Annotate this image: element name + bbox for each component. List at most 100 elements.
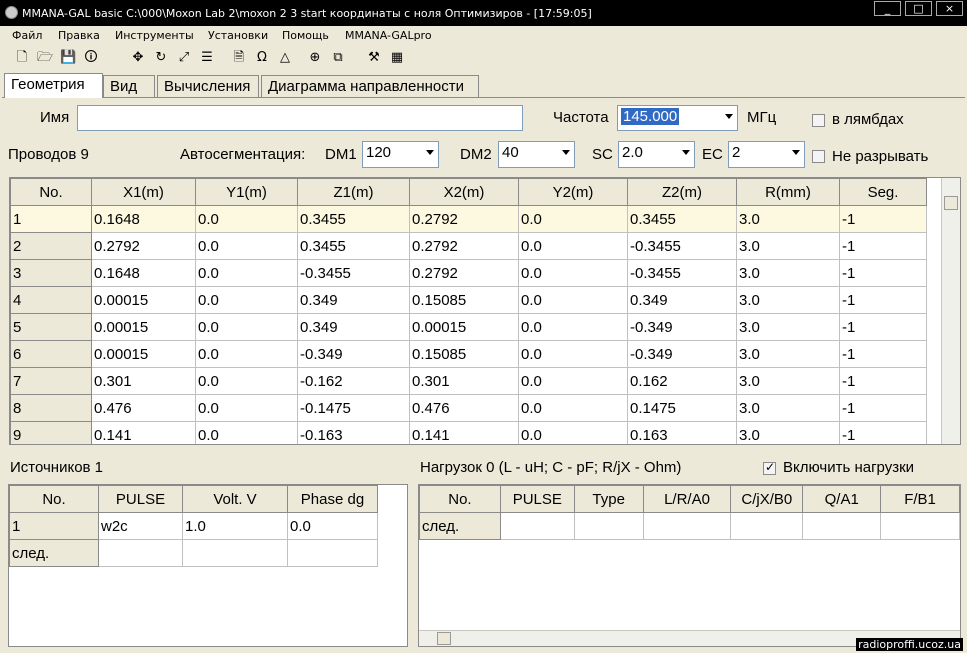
col-x2[interactable]: X2(m): [409, 178, 519, 206]
rotate-icon[interactable]: ↻: [153, 50, 169, 66]
close-button[interactable]: ×: [936, 1, 963, 16]
wires-table-cell[interactable]: 0.0: [518, 421, 628, 444]
wires-table-cell[interactable]: 0.0: [195, 286, 298, 314]
wires-table-cell[interactable]: 0.2792: [409, 205, 519, 233]
wires-table-cell[interactable]: 0.3455: [627, 205, 737, 233]
load-col-type[interactable]: Type: [573, 485, 644, 513]
wires-table-cell[interactable]: 3: [10, 259, 92, 287]
frequency-combo[interactable]: 145.000: [617, 105, 738, 131]
wires-table-cell[interactable]: 0.1648: [91, 205, 196, 233]
loads-cell[interactable]: след.: [419, 512, 501, 540]
src-col-phase[interactable]: Phase dg: [287, 485, 378, 513]
wires-table-cell[interactable]: 3.0: [736, 340, 840, 368]
wires-table-cell[interactable]: 0.349: [297, 286, 410, 314]
wires-table-cell[interactable]: 7: [10, 367, 92, 395]
col-x1[interactable]: X1(m): [91, 178, 196, 206]
wires-table-cell[interactable]: 3.0: [736, 232, 840, 260]
wires-table-cell[interactable]: 0.2792: [409, 259, 519, 287]
chevron-down-icon[interactable]: [792, 150, 800, 155]
wires-table-cell[interactable]: 3.0: [736, 367, 840, 395]
wires-table-cell[interactable]: 3.0: [736, 394, 840, 422]
sources-cell[interactable]: 1: [9, 512, 99, 540]
wires-table-cell[interactable]: 3.0: [736, 421, 840, 444]
copy-icon[interactable]: ⧉: [330, 50, 346, 66]
wires-table-cell[interactable]: 0.3455: [297, 205, 410, 233]
stretch-icon[interactable]: ☰: [199, 50, 215, 66]
menu-tools[interactable]: Инструменты: [115, 29, 194, 42]
wires-table-cell[interactable]: -1: [839, 286, 927, 314]
wires-table-cell[interactable]: -0.1475: [297, 394, 410, 422]
chevron-down-icon[interactable]: [725, 114, 733, 119]
wires-table-cell[interactable]: -0.349: [627, 340, 737, 368]
wires-table-cell[interactable]: -1: [839, 421, 927, 444]
save-icon[interactable]: 💾: [60, 50, 76, 66]
wires-table-cell[interactable]: 0.0: [518, 340, 628, 368]
load-col-lra0[interactable]: L/R/A0: [642, 485, 732, 513]
wires-table-row[interactable]: 4 0.00015 0.0 0.349 0.15085 0.0 0.349 3.0 -1: [10, 286, 927, 314]
load-col-pulse[interactable]: PULSE: [499, 485, 575, 513]
loads-row[interactable]: след.: [419, 512, 960, 540]
tab-view[interactable]: Вид: [103, 75, 155, 97]
open-folder-icon[interactable]: 🗁: [37, 50, 53, 66]
wires-table-cell[interactable]: 0.0: [518, 286, 628, 314]
wires-table-cell[interactable]: 0.0: [195, 313, 298, 341]
wires-table-cell[interactable]: 0.15085: [409, 286, 519, 314]
wires-table-cell[interactable]: 0.0: [518, 313, 628, 341]
wires-table-cell[interactable]: 0.3455: [297, 232, 410, 260]
col-y1[interactable]: Y1(m): [195, 178, 298, 206]
no-break-checkbox[interactable]: [812, 150, 825, 163]
loads-scroll-thumb[interactable]: [437, 632, 451, 645]
wires-table-cell[interactable]: 0.0: [195, 232, 298, 260]
wires-table-cell[interactable]: 3.0: [736, 313, 840, 341]
wires-table-cell[interactable]: 0.0: [195, 340, 298, 368]
wires-table-cell[interactable]: 0.0: [195, 367, 298, 395]
wires-table-cell[interactable]: 1: [10, 205, 92, 233]
wires-table-cell[interactable]: 0.476: [91, 394, 196, 422]
wires-table-cell[interactable]: 0.2792: [409, 232, 519, 260]
col-y2[interactable]: Y2(m): [518, 178, 628, 206]
wires-table-cell[interactable]: 2: [10, 232, 92, 260]
wires-table-cell[interactable]: 0.0: [518, 394, 628, 422]
sources-cell[interactable]: [182, 539, 288, 567]
wires-table-cell[interactable]: -0.163: [297, 421, 410, 444]
loads-cell[interactable]: [730, 512, 804, 540]
wires-table-cell[interactable]: 0.1475: [627, 394, 737, 422]
load-col-no[interactable]: No.: [419, 485, 501, 513]
wires-table-row[interactable]: 6 0.00015 0.0 -0.349 0.15085 0.0 -0.349 3.0 -1: [10, 340, 927, 368]
calculator-icon[interactable]: ▦: [389, 50, 405, 66]
tab-radiation-pattern[interactable]: Диаграмма направленности: [261, 75, 479, 97]
wires-table-cell[interactable]: 8: [10, 394, 92, 422]
wires-table-row[interactable]: 3 0.1648 0.0 -0.3455 0.2792 0.0 -0.3455 3.0 -1: [10, 259, 927, 287]
wires-table-row[interactable]: 8 0.476 0.0 -0.1475 0.476 0.0 0.1475 3.0 -1: [10, 394, 927, 422]
wires-table-cell[interactable]: 0.0: [195, 205, 298, 233]
wires-table-cell[interactable]: -1: [839, 394, 927, 422]
wires-table-cell[interactable]: 0.301: [409, 367, 519, 395]
info-icon[interactable]: 🛈: [83, 50, 99, 66]
col-seg[interactable]: Seg.: [839, 178, 927, 206]
wires-table-row[interactable]: 5 0.00015 0.0 0.349 0.00015 0.0 -0.349 3.0 -1: [10, 313, 927, 341]
menu-help[interactable]: Помощь: [282, 29, 329, 42]
sources-cell[interactable]: 1.0: [182, 512, 288, 540]
loads-cell[interactable]: [573, 512, 644, 540]
col-r[interactable]: R(mm): [736, 178, 840, 206]
chevron-down-icon[interactable]: [682, 150, 690, 155]
name-input[interactable]: [77, 105, 523, 131]
target-icon[interactable]: ⊕: [307, 50, 323, 66]
load-col-qa1[interactable]: Q/A1: [802, 485, 882, 513]
move-icon[interactable]: ✥: [130, 50, 146, 66]
wires-table-cell[interactable]: 0.349: [297, 313, 410, 341]
src-col-volt[interactable]: Volt. V: [182, 485, 288, 513]
loads-cell[interactable]: [802, 512, 882, 540]
loads-cell[interactable]: [499, 512, 575, 540]
wires-table-cell[interactable]: -0.3455: [627, 259, 737, 287]
wires-table-cell[interactable]: 0.0: [195, 394, 298, 422]
wires-vertical-scrollbar[interactable]: [941, 178, 960, 444]
wires-table-cell[interactable]: -0.3455: [627, 232, 737, 260]
wires-table-cell[interactable]: 0.1648: [91, 259, 196, 287]
wires-table-cell[interactable]: -0.349: [627, 313, 737, 341]
wires-table-cell[interactable]: -0.349: [297, 340, 410, 368]
sources-row[interactable]: след.: [9, 539, 378, 567]
load-col-cjxb0[interactable]: C/jX/B0: [730, 485, 804, 513]
wires-table-cell[interactable]: 0.00015: [91, 286, 196, 314]
wires-table-row[interactable]: 7 0.301 0.0 -0.162 0.301 0.0 0.162 3.0 -1: [10, 367, 927, 395]
